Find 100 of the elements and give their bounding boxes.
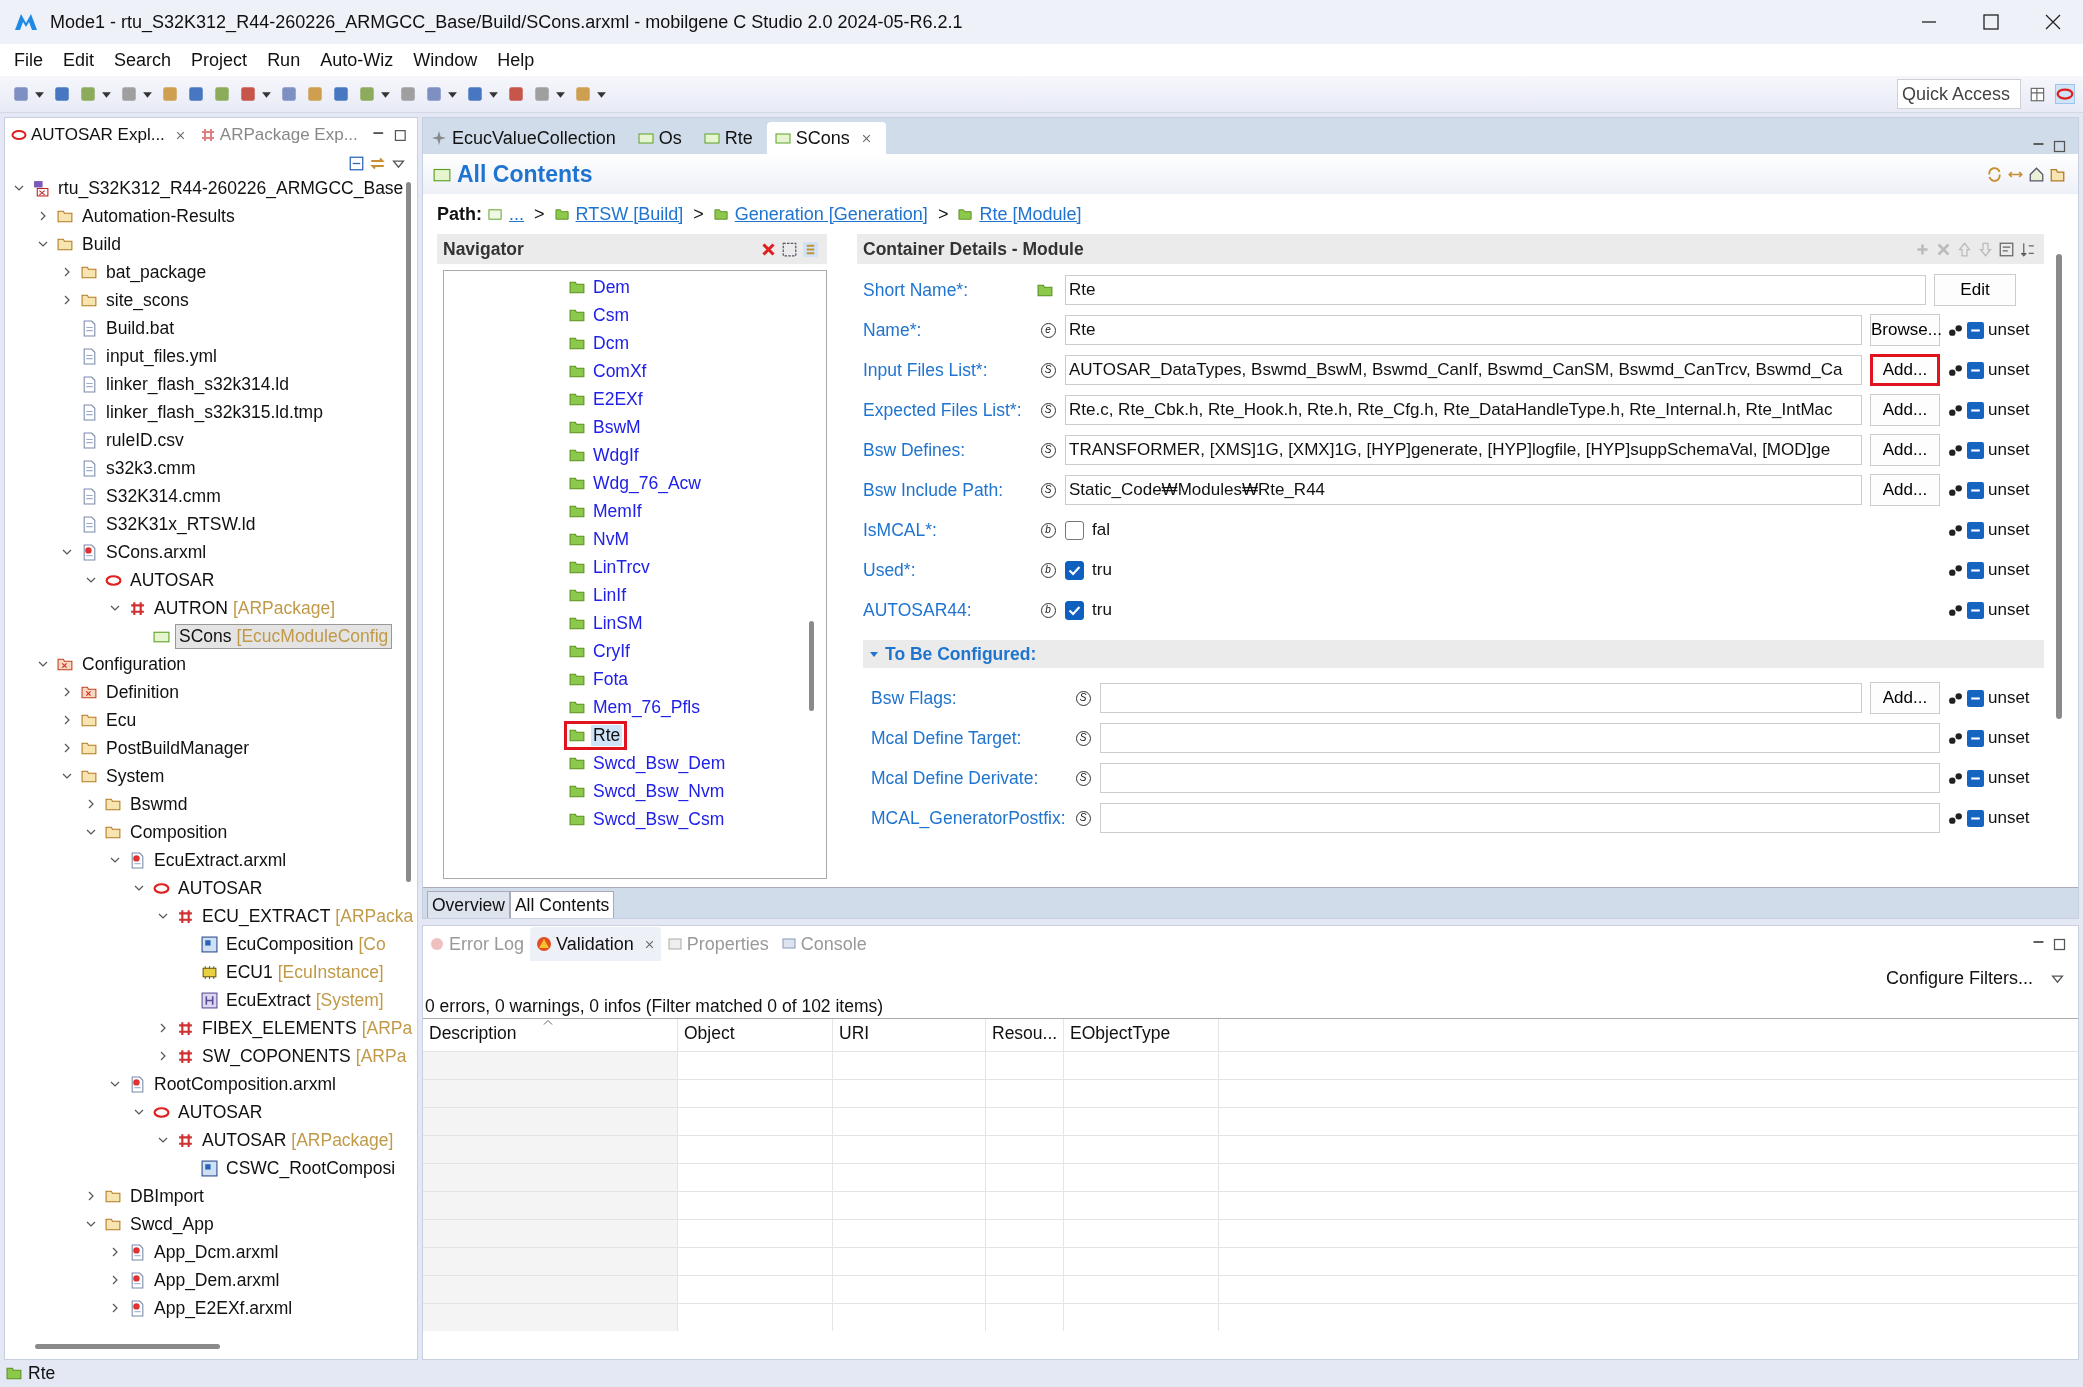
navigator-item[interactable]: ComXf (591, 360, 649, 382)
tree-item[interactable]: DBImport (127, 1184, 207, 1208)
text-field[interactable]: Rte (1065, 275, 1926, 305)
maximize-icon[interactable] (1981, 12, 2001, 32)
editor-tab[interactable]: SCons (766, 122, 886, 154)
field-button[interactable]: Browse... (1870, 314, 1940, 346)
column-header[interactable]: URI (833, 1019, 986, 1051)
link-icon[interactable] (1948, 691, 1963, 705)
tree-item[interactable]: site_scons (103, 288, 192, 312)
scrollbar-thumb[interactable] (2056, 254, 2062, 719)
link-icon[interactable] (1948, 563, 1963, 577)
navigator-item[interactable]: E2EXf (591, 388, 645, 410)
navigator-item[interactable]: LinIf (591, 584, 629, 606)
section-header[interactable]: To Be Configured: (863, 640, 2044, 668)
collapse-icon[interactable] (349, 155, 364, 171)
link-icon[interactable] (1948, 603, 1963, 617)
tree-item[interactable]: linker_flash_s32k314.ld (103, 372, 292, 396)
tree-item[interactable]: linker_flash_s32k315.ld.tmp (103, 400, 326, 424)
minus-button[interactable] (1967, 561, 1984, 579)
tree-item[interactable]: Swcd_App (127, 1212, 217, 1236)
view-tab[interactable]: Validation (530, 927, 661, 961)
tree-item[interactable]: s32k3.cmm (103, 456, 199, 480)
minus-button[interactable] (1967, 769, 1984, 787)
page-tab[interactable]: All Contents (509, 891, 615, 918)
tree-item[interactable]: EcuComposition [Co (223, 932, 389, 956)
checkbox[interactable] (1065, 520, 1084, 540)
field-button[interactable]: Add... (1870, 474, 1940, 506)
link-icon[interactable] (1948, 443, 1963, 457)
scrollbar-thumb[interactable] (406, 182, 411, 882)
editor-tab[interactable]: EcucValueCollection (423, 122, 630, 154)
configure-filters-button[interactable]: Configure Filters... (1885, 967, 2033, 989)
delete-icon[interactable] (761, 241, 776, 257)
tree-item[interactable]: ECU1 [EcuInstance] (223, 960, 387, 984)
tree-item[interactable]: FIBEX_ELEMENTS [ARPa (199, 1016, 416, 1040)
maximize-icon[interactable] (393, 127, 408, 143)
tree-item[interactable]: S32K314.cmm (103, 484, 224, 508)
home-icon[interactable] (2029, 166, 2044, 182)
minus-button[interactable] (1967, 601, 1984, 619)
sort-icon[interactable] (2020, 241, 2035, 257)
tree-item[interactable]: RootComposition.arxml (151, 1072, 339, 1096)
minus-button[interactable] (1967, 809, 1984, 827)
scrollbar-thumb[interactable] (809, 621, 814, 711)
tree-item[interactable]: AUTRON [ARPackage] (151, 596, 339, 620)
field-button[interactable]: Add... (1870, 354, 1940, 386)
menu-item[interactable]: Search (106, 47, 184, 73)
menu-item[interactable]: Edit (55, 47, 107, 73)
perspective-icon[interactable] (2029, 85, 2047, 103)
menu-item[interactable]: Project (183, 47, 260, 73)
field-button[interactable]: Add... (1870, 682, 1940, 714)
text-field[interactable]: Rte.c, Rte_Cbk.h, Rte_Hook.h, Rte.h, Rte_Cfg.h, Rte_DataHandleType.h, Rte_Internal.h, Rte_IntMac (1065, 395, 1862, 425)
navigator-item[interactable]: NvM (591, 528, 631, 550)
column-header[interactable]: EObjectType (1064, 1019, 1219, 1051)
view-tab[interactable]: ARPackage Exp... (193, 118, 364, 152)
close-icon[interactable] (2043, 12, 2063, 32)
navigator-item[interactable]: CryIf (591, 640, 632, 662)
tree-item[interactable]: System (103, 764, 168, 788)
navigator-item[interactable]: Swcd_Bsw_Nvm (591, 780, 727, 802)
tree-item[interactable]: AUTOSAR (175, 876, 266, 900)
text-field[interactable]: TRANSFORMER, [XMS]1G, [XMX]1G, [HYP]generate, [HYP]logfile, [HYP]suppSchemaVal, [MOD]ge (1065, 435, 1862, 465)
tree-item[interactable]: App_Dcm.arxml (151, 1240, 282, 1264)
field-button[interactable]: Add... (1870, 394, 1940, 426)
minus-button[interactable] (1967, 689, 1984, 707)
link-icon[interactable] (1948, 523, 1963, 537)
text-field[interactable]: Rte (1065, 315, 1862, 345)
text-field[interactable]: AUTOSAR_DataTypes, Bswmd_BswM, Bswmd_CanIf, Bswmd_CanSM, Bswmd_CanTrcv, Bswmd_Ca (1065, 355, 1862, 385)
field-button[interactable]: Add... (1870, 434, 1940, 466)
path-link[interactable]: RTSW [Build] (575, 203, 684, 225)
tree-item[interactable]: App_Dem.arxml (151, 1268, 283, 1292)
column-header[interactable]: Resou... (986, 1019, 1064, 1051)
text-field[interactable] (1100, 763, 1940, 793)
tree-item[interactable]: App_E2EXf.arxml (151, 1296, 296, 1320)
text-field[interactable] (1100, 723, 1940, 753)
path-link[interactable]: Rte [Module] (979, 203, 1082, 225)
tree-item[interactable]: AUTOSAR (127, 568, 218, 592)
tree-item[interactable]: SCons.arxml (103, 540, 210, 564)
navigator-item[interactable]: Wdg_76_Acw (591, 472, 703, 494)
menu-item[interactable]: File (6, 47, 55, 73)
minus-button[interactable] (1967, 481, 1984, 499)
link-icon[interactable] (1948, 771, 1963, 785)
link-icon[interactable] (1948, 483, 1963, 497)
navigator-item[interactable]: WdgIf (591, 444, 641, 466)
editor-tab[interactable]: Rte (695, 122, 767, 154)
tree-item[interactable]: SCons [EcucModuleConfig (175, 623, 393, 649)
text-field[interactable] (1100, 683, 1862, 713)
tree-item[interactable]: Configuration (79, 652, 190, 676)
minus-button[interactable] (1967, 321, 1984, 339)
navigator-item[interactable]: MemIf (591, 500, 644, 522)
checkbox[interactable] (1065, 560, 1084, 580)
tree-item[interactable]: AUTOSAR [ARPackage] (199, 1128, 397, 1152)
text-field[interactable]: Static_Code₩Modules₩Rte_R44 (1065, 475, 1862, 505)
tree-item[interactable]: input_files.yml (103, 344, 220, 368)
menu-item[interactable]: Window (405, 47, 490, 73)
path-link[interactable]: ... (509, 203, 524, 225)
minus-button[interactable] (1967, 521, 1984, 539)
link-icon[interactable] (1948, 731, 1963, 745)
navigator-item[interactable]: Rte (591, 724, 623, 746)
tree-item[interactable]: Ecu (103, 708, 140, 732)
maximize-icon[interactable] (2052, 139, 2067, 154)
navigator-item[interactable]: BswM (591, 416, 643, 438)
link-icon[interactable] (1948, 363, 1963, 377)
